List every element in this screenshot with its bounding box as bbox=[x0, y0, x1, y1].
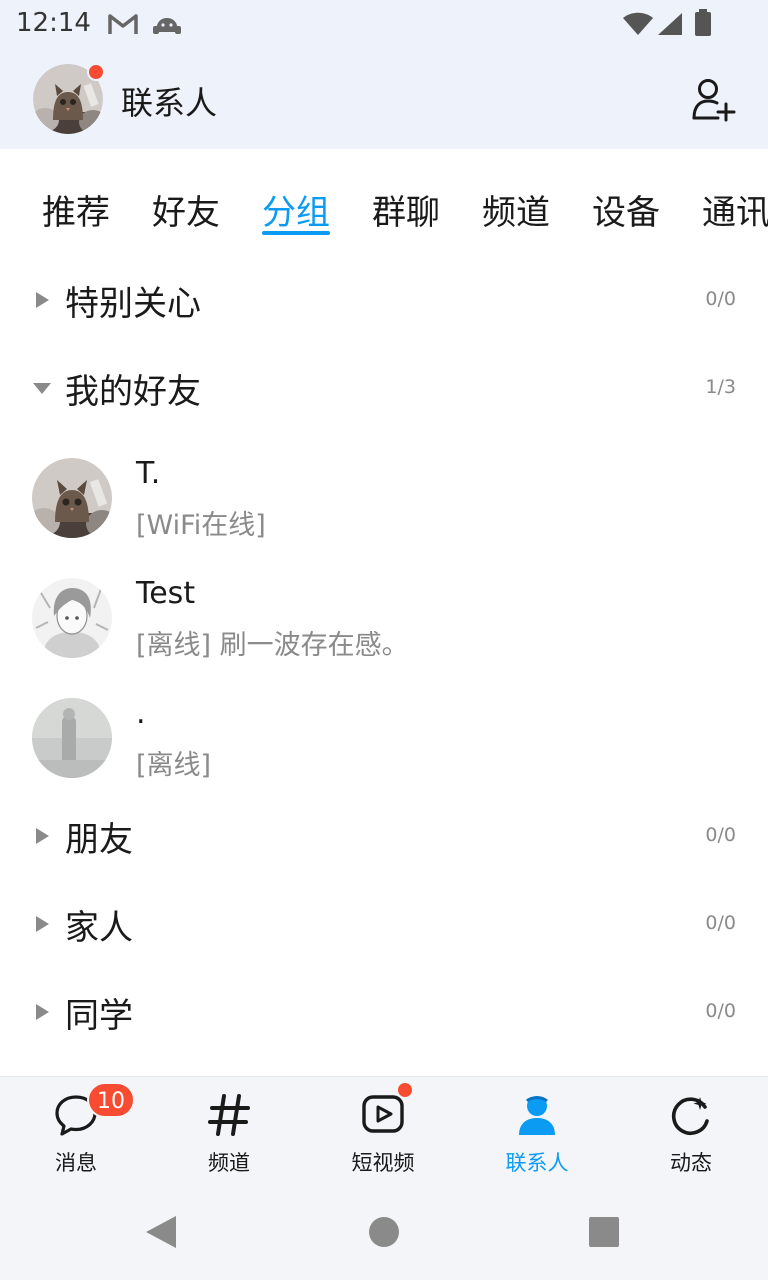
tab-address-book[interactable]: 通讯录 bbox=[702, 185, 768, 234]
nav-label: 消息 bbox=[55, 1151, 97, 1175]
group-row[interactable]: 家人 0/0 bbox=[0, 890, 768, 970]
tab-devices[interactable]: 设备 bbox=[592, 185, 660, 234]
status-bar: 12:14 bbox=[0, 0, 768, 48]
group-count: 1/3 bbox=[705, 376, 736, 398]
person-icon bbox=[519, 1096, 555, 1135]
nav-contacts[interactable]: 联系人 bbox=[477, 1077, 597, 1185]
group-count: 0/0 bbox=[705, 1000, 736, 1022]
app-header: 联系人 bbox=[0, 48, 768, 149]
friend-name: . bbox=[136, 696, 146, 731]
nav-short-video[interactable]: 短视频 bbox=[323, 1077, 443, 1185]
tab-groups[interactable]: 分组 bbox=[262, 185, 330, 234]
group-name: 特别关心 bbox=[65, 284, 201, 324]
friend-item[interactable]: Test [离线] 刷一波存在感。 bbox=[0, 576, 768, 688]
contact-tabs: 推荐 好友 分组 群聊 频道 设备 通讯录 bbox=[0, 149, 768, 249]
system-navigation-bar bbox=[0, 1184, 768, 1280]
tab-channels[interactable]: 频道 bbox=[482, 185, 550, 234]
tab-friends[interactable]: 好友 bbox=[152, 185, 220, 234]
tab-group-chats[interactable]: 群聊 bbox=[372, 185, 440, 234]
add-person-icon[interactable] bbox=[690, 76, 736, 122]
status-time: 12:14 bbox=[16, 8, 91, 38]
friend-name: T. bbox=[136, 456, 161, 491]
gmail-icon bbox=[108, 14, 138, 34]
expand-arrow-icon bbox=[36, 292, 49, 308]
video-notification-dot bbox=[396, 1081, 414, 1099]
anime-avatar bbox=[32, 578, 112, 658]
hashtag-icon bbox=[208, 1094, 250, 1136]
home-icon[interactable] bbox=[368, 1216, 400, 1248]
group-row[interactable]: 同学 0/0 bbox=[0, 978, 768, 1058]
tab-recommend[interactable]: 推荐 bbox=[42, 185, 110, 234]
grey-photo-avatar bbox=[32, 698, 112, 778]
expand-arrow-icon bbox=[36, 1004, 49, 1020]
nav-label: 联系人 bbox=[505, 1151, 569, 1175]
battery-icon bbox=[695, 9, 711, 36]
video-play-icon bbox=[362, 1095, 404, 1133]
friend-status: [离线] bbox=[136, 750, 212, 781]
cat-avatar bbox=[32, 458, 112, 538]
group-row[interactable]: 朋友 0/0 bbox=[0, 802, 768, 882]
group-count: 0/0 bbox=[705, 288, 736, 310]
group-count: 0/0 bbox=[705, 912, 736, 934]
friend-status: [WiFi在线] bbox=[136, 510, 266, 541]
friend-name: Test bbox=[136, 576, 196, 611]
collapse-arrow-icon bbox=[33, 383, 51, 394]
wifi-icon bbox=[623, 12, 653, 35]
group-name: 我的好友 bbox=[65, 372, 201, 412]
group-row[interactable]: 特别关心 0/0 bbox=[0, 266, 768, 346]
unread-badge: 10 bbox=[87, 1082, 135, 1118]
active-tab-indicator bbox=[262, 231, 330, 235]
expand-arrow-icon bbox=[36, 828, 49, 844]
expand-arrow-icon bbox=[36, 916, 49, 932]
group-name: 家人 bbox=[65, 908, 133, 948]
friend-status: [离线] 刷一波存在感。 bbox=[136, 630, 409, 661]
nav-moments[interactable]: 动态 bbox=[631, 1077, 751, 1185]
group-name: 朋友 bbox=[65, 820, 133, 860]
android-debug-icon bbox=[153, 18, 181, 34]
recents-icon[interactable] bbox=[588, 1216, 620, 1248]
nav-label: 频道 bbox=[208, 1151, 250, 1175]
friend-item[interactable]: T. [WiFi在线] bbox=[0, 456, 768, 568]
back-icon[interactable] bbox=[144, 1214, 178, 1250]
friend-item[interactable]: . [离线] bbox=[0, 696, 768, 808]
nav-channels[interactable]: 频道 bbox=[169, 1077, 289, 1185]
nav-label: 短视频 bbox=[351, 1151, 415, 1175]
group-row[interactable]: 我的好友 1/3 bbox=[0, 354, 768, 434]
nav-label: 动态 bbox=[670, 1151, 712, 1175]
group-name: 同学 bbox=[65, 996, 133, 1036]
page-title: 联系人 bbox=[121, 84, 218, 122]
group-count: 0/0 bbox=[705, 824, 736, 846]
cell-signal-icon bbox=[658, 13, 682, 35]
notification-dot bbox=[87, 63, 105, 81]
refresh-star-icon bbox=[671, 1097, 709, 1135]
